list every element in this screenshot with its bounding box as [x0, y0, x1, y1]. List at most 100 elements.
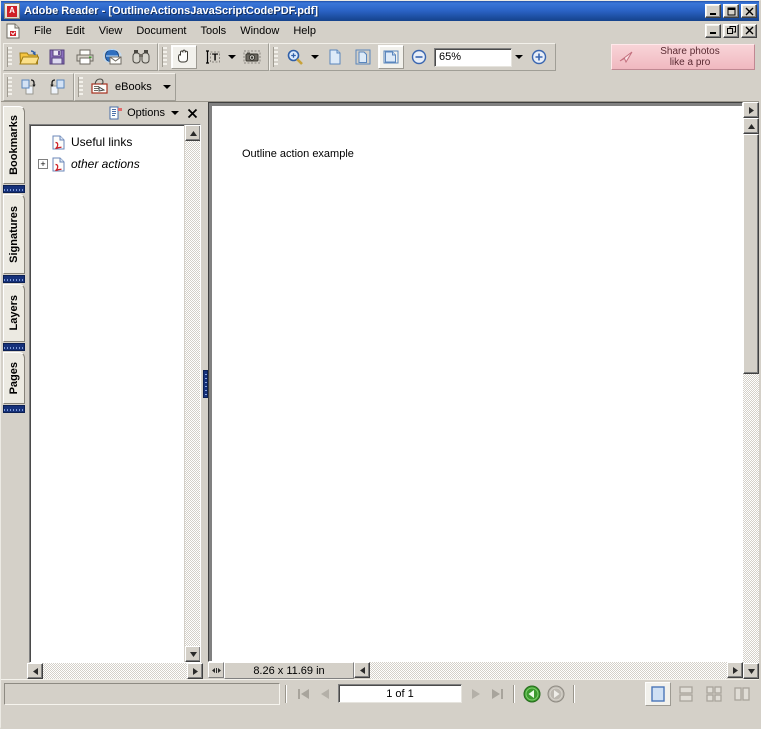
page-size-grip[interactable] — [208, 662, 224, 678]
chevron-down-icon[interactable] — [171, 111, 179, 115]
scroll-up-button[interactable] — [185, 125, 200, 141]
view-mode-buttons — [644, 681, 756, 706]
select-text-tool-button[interactable]: T — [199, 45, 225, 69]
menu-item-document[interactable]: Document — [129, 22, 193, 40]
window-title: Adobe Reader - [OutlineActionsJavaScript… — [24, 5, 318, 17]
page-number-input[interactable]: 1 of 1 — [338, 684, 462, 703]
email-button[interactable] — [100, 45, 126, 69]
rotate-clockwise-button[interactable] — [16, 75, 42, 99]
scroll-thumb[interactable] — [743, 134, 759, 374]
share-banner-line1: Share photos — [660, 46, 720, 57]
toolbar-grip[interactable] — [273, 47, 278, 67]
chevron-down-icon — [311, 55, 319, 59]
toolbar-row-2: eBooks — [1, 73, 759, 101]
menu-bar: File Edit View Document Tools Window Hel… — [1, 21, 759, 41]
facing-view-button[interactable] — [729, 682, 755, 706]
share-banner-line2: like a pro — [669, 57, 711, 68]
single-page-view-button[interactable] — [645, 681, 671, 706]
toolbar-grip[interactable] — [7, 47, 12, 67]
ebooks-button[interactable]: eBooks — [86, 75, 161, 99]
toolbar-grip[interactable] — [162, 47, 167, 67]
tab-grip[interactable] — [3, 275, 25, 283]
sidebar-item-signatures[interactable]: Signatures — [3, 194, 25, 274]
continuous-view-button[interactable] — [673, 682, 699, 706]
menu-item-file[interactable]: File — [27, 22, 59, 40]
last-page-button[interactable] — [486, 684, 508, 704]
minimize-button[interactable] — [705, 4, 721, 18]
document-minimize-button[interactable] — [705, 23, 721, 38]
maximize-button[interactable] — [723, 4, 739, 18]
document-close-button[interactable] — [741, 23, 757, 38]
sidebar-item-layers[interactable]: Layers — [3, 284, 25, 342]
pdf-page[interactable]: Outline action example — [212, 106, 742, 661]
toolbar-grip[interactable] — [78, 77, 83, 97]
save-file-button[interactable] — [44, 45, 70, 69]
scroll-track[interactable] — [185, 141, 200, 646]
divider — [285, 684, 287, 703]
tab-grip[interactable] — [3, 343, 25, 351]
scroll-down-button[interactable] — [185, 646, 200, 662]
previous-view-button[interactable] — [522, 684, 542, 704]
menu-item-window[interactable]: Window — [233, 22, 286, 40]
sidebar-item-bookmarks[interactable]: Bookmarks — [3, 106, 25, 184]
tab-grip[interactable] — [3, 405, 25, 413]
tab-grip[interactable] — [3, 185, 25, 193]
menu-item-tools[interactable]: Tools — [194, 22, 234, 40]
facing-continuous-view-button[interactable] — [701, 682, 727, 706]
scroll-left-button[interactable] — [27, 663, 43, 679]
menu-item-edit[interactable]: Edit — [59, 22, 92, 40]
menu-item-view[interactable]: View — [92, 22, 130, 40]
bookmarks-horizontal-scrollbar[interactable] — [27, 663, 203, 679]
document-vertical-scrollbar[interactable] — [743, 102, 759, 679]
scroll-up-button[interactable] — [743, 118, 759, 134]
close-icon[interactable] — [185, 106, 199, 120]
fit-width-button[interactable] — [378, 45, 404, 69]
next-page-button[interactable] — [464, 684, 486, 704]
zoom-level-dropdown[interactable] — [513, 45, 525, 69]
fit-page-button[interactable] — [350, 45, 376, 69]
first-page-button[interactable] — [292, 684, 314, 704]
bookmarks-panel: Options Useful links + other actions — [27, 102, 203, 679]
ebooks-toolbar-group: eBooks — [74, 73, 176, 101]
zoom-level-input[interactable]: 65% — [434, 47, 512, 67]
next-view-button[interactable] — [546, 684, 566, 704]
list-item[interactable]: Useful links — [32, 131, 182, 153]
doc-scroll-left-button[interactable] — [354, 662, 370, 678]
document-restore-button[interactable] — [723, 23, 739, 38]
snapshot-tool-button[interactable] — [239, 45, 265, 69]
zoom-out-button[interactable] — [406, 45, 432, 69]
search-button[interactable] — [128, 45, 154, 69]
doc-horizontal-scroll-track[interactable] — [370, 662, 727, 679]
outer-scroll-right-button[interactable] — [743, 102, 759, 118]
select-tool-dropdown[interactable] — [226, 45, 238, 69]
rotate-counterclockwise-button[interactable] — [44, 75, 70, 99]
bookmarks-vertical-scrollbar[interactable] — [184, 125, 200, 662]
toolbar-grip[interactable] — [7, 77, 12, 97]
scroll-track[interactable] — [43, 663, 187, 679]
sidebar-item-label: Layers — [8, 295, 20, 331]
sidebar-item-pages[interactable]: Pages — [3, 352, 25, 404]
open-file-button[interactable] — [16, 45, 42, 69]
document-window-controls — [705, 23, 757, 38]
share-photos-banner[interactable]: Share photos like a pro — [611, 44, 755, 70]
doc-scroll-right-button[interactable] — [727, 662, 743, 678]
scroll-down-button[interactable] — [743, 663, 759, 679]
zoom-in-button[interactable] — [526, 45, 552, 69]
zoom-tool-dropdown[interactable] — [309, 45, 321, 69]
actual-size-button[interactable] — [322, 45, 348, 69]
print-button[interactable] — [72, 45, 98, 69]
scroll-right-button[interactable] — [187, 663, 203, 679]
bookmarks-panel-header: Options — [27, 102, 203, 124]
list-item[interactable]: + other actions — [32, 153, 182, 175]
bookmarks-options-label[interactable]: Options — [127, 107, 165, 119]
ebooks-dropdown[interactable] — [161, 75, 173, 99]
menu-item-help[interactable]: Help — [286, 22, 323, 40]
adobe-reader-window: A Adobe Reader - [OutlineActionsJavaScri… — [0, 0, 761, 729]
zoom-in-tool-button[interactable] — [282, 45, 308, 69]
previous-page-button[interactable] — [314, 684, 336, 704]
expand-icon[interactable]: + — [38, 159, 48, 169]
sidebar-item-label: Pages — [8, 361, 20, 395]
close-button[interactable] — [741, 4, 757, 18]
scroll-track[interactable] — [743, 374, 759, 663]
hand-tool-button[interactable] — [171, 45, 197, 69]
